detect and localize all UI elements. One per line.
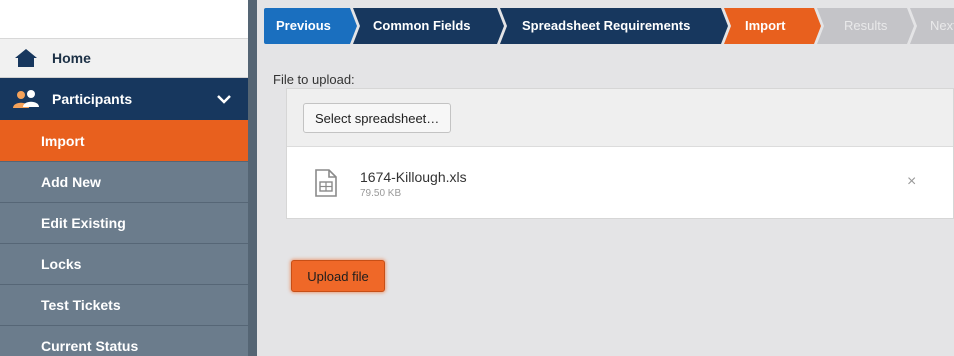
sidebar-top	[0, 0, 248, 38]
sidebar-item-label: Test Tickets	[41, 297, 121, 313]
sidebar-item-current-status[interactable]: Current Status	[0, 325, 248, 356]
sidebar-item-label: Locks	[41, 256, 82, 272]
nav-home[interactable]: Home	[0, 38, 248, 78]
file-row: 1674-Killough.xls 79.50 KB ×	[287, 147, 953, 219]
main-content: Previous Common Fields Spreadsheet Requi…	[257, 0, 954, 356]
sidebar-item-locks[interactable]: Locks	[0, 243, 248, 284]
step-next: Next	[930, 18, 954, 33]
wizard-steps: Previous Common Fields Spreadsheet Requi…	[264, 8, 954, 44]
sidebar-item-label: Add New	[41, 174, 101, 190]
upload-file-button[interactable]: Upload file	[291, 260, 385, 292]
users-icon	[13, 90, 39, 108]
step-results: Results	[844, 18, 888, 33]
spreadsheet-file-icon	[315, 169, 337, 197]
upload-box: Select spreadsheet… 1674-Killough.xls 79…	[286, 88, 954, 219]
remove-file-icon[interactable]: ×	[907, 173, 916, 191]
nav-participants[interactable]: Participants	[0, 78, 248, 120]
sidebar-item-test-tickets[interactable]: Test Tickets	[0, 284, 248, 325]
sidebar-item-add-new[interactable]: Add New	[0, 161, 248, 202]
sidebar-item-label: Edit Existing	[41, 215, 126, 231]
sidebar-divider-strip	[248, 0, 257, 356]
file-size: 79.50 KB	[360, 188, 402, 199]
sidebar-item-label: Import	[41, 133, 85, 149]
step-import[interactable]: Import	[745, 8, 785, 44]
file-name: 1674-Killough.xls	[360, 169, 467, 185]
step-spreadsheet-requirements[interactable]: Spreadsheet Requirements	[522, 8, 690, 44]
sidebar: Home Participants Import Add New Edit Ex…	[0, 0, 248, 356]
step-common-fields[interactable]: Common Fields	[373, 8, 471, 44]
step-previous[interactable]: Previous	[276, 8, 331, 44]
upload-box-header: Select spreadsheet…	[287, 89, 953, 147]
home-icon	[15, 49, 37, 67]
file-to-upload-label: File to upload:	[273, 72, 355, 87]
sidebar-item-import[interactable]: Import	[0, 120, 248, 161]
nav-participants-label: Participants	[52, 91, 133, 107]
select-spreadsheet-button[interactable]: Select spreadsheet…	[303, 103, 452, 133]
chevron-down-icon[interactable]	[216, 94, 232, 104]
sidebar-item-label: Current Status	[41, 338, 139, 354]
sidebar-item-edit-existing[interactable]: Edit Existing	[0, 202, 248, 243]
nav-home-label: Home	[52, 50, 91, 66]
